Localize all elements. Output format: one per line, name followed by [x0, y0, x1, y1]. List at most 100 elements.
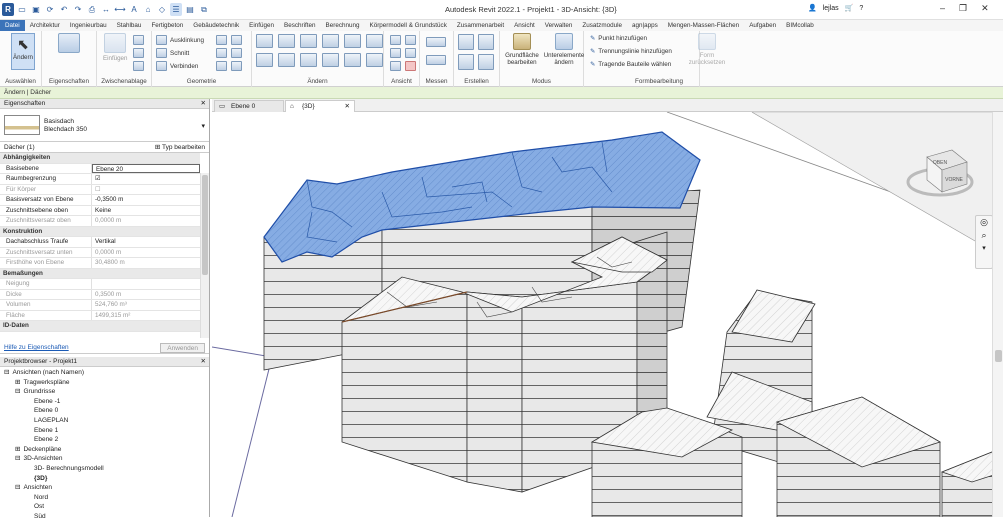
edit-footprint-button[interactable]: Grundfläche bearbeiten [502, 33, 542, 66]
help-icon[interactable]: ? [859, 5, 863, 12]
measure-icon[interactable]: ↔ [100, 3, 112, 16]
match-type-icon[interactable] [133, 61, 144, 71]
close-hidden-icon[interactable]: ▤ [184, 3, 196, 16]
redo-icon[interactable]: ↷ [72, 3, 84, 16]
scroll-thumb[interactable] [202, 175, 208, 275]
property-row[interactable]: Fläche 1499,315 m² [0, 310, 200, 321]
modify-button[interactable]: ⬉ Ändern [11, 33, 35, 70]
undo-icon[interactable]: ↶ [58, 3, 70, 16]
cope-button[interactable]: Ausklinkung [156, 35, 204, 45]
tab-aufgaben[interactable]: Aufgaben [744, 20, 781, 31]
property-value[interactable]: Ebene 20 [92, 163, 200, 173]
collapse-icon[interactable]: ⊟ [15, 388, 20, 395]
collapse-icon[interactable]: ⊟ [4, 369, 9, 376]
tag-icon[interactable]: A [128, 3, 140, 16]
maximize-icon[interactable]: ❐ [959, 3, 967, 14]
cut-icon[interactable] [133, 35, 144, 45]
thin-lines-icon[interactable]: ☰ [170, 3, 182, 16]
tab-fertigbeton[interactable]: Fertigbeton [146, 20, 188, 31]
tab-beschriften[interactable]: Beschriften [279, 20, 321, 31]
copy-element-icon[interactable] [278, 53, 295, 67]
tree-node[interactable]: LAGEPLAN [4, 416, 204, 426]
align-icon[interactable] [256, 34, 273, 48]
tab-einfügen[interactable]: Einfügen [244, 20, 279, 31]
edit-type-button[interactable]: ⊞ Typ bearbeiten [155, 142, 205, 152]
property-row[interactable]: Zuschnittsebene oben Keine [0, 205, 200, 216]
property-row[interactable]: Basisversatz von Ebene -0,3500 m [0, 195, 200, 206]
instance-filter[interactable]: Dächer (1) [4, 142, 35, 152]
tab-ansicht[interactable]: Ansicht [509, 20, 540, 31]
demolish-icon[interactable] [231, 48, 242, 58]
apply-button[interactable]: Anwenden [160, 343, 205, 353]
property-row[interactable]: Raumbegrenzung ☑ [0, 174, 200, 185]
close-icon[interactable]: ✕ [201, 99, 206, 109]
tree-node[interactable]: ⊟ Ansichten (nach Namen) [4, 368, 204, 378]
tab-zusammenarbeit[interactable]: Zusammenarbeit [452, 20, 509, 31]
tree-node[interactable]: Ost [4, 502, 204, 512]
property-row[interactable]: Volumen 524,760 m³ [0, 300, 200, 311]
close-icon[interactable]: ✕ [981, 3, 989, 14]
tab-stahlbau[interactable]: Stahlbau [112, 20, 147, 31]
property-row[interactable]: Dicke 0,3500 m [0, 289, 200, 300]
type-selector[interactable]: Basisdach Blechdach 350 ▾ [0, 109, 209, 142]
tree-node[interactable]: Ebene 1 [4, 426, 204, 436]
reset-shape-button[interactable]: Form zurücksetzen [684, 33, 730, 66]
pin-icon[interactable] [366, 34, 383, 48]
expand-icon[interactable]: ⊞ [15, 446, 20, 453]
rotate-icon[interactable] [300, 53, 317, 67]
zoom-icon[interactable]: ⌕ [976, 229, 992, 242]
filter-icon[interactable] [405, 48, 416, 58]
tree-node[interactable]: ⊞ Deckenpläne [4, 445, 204, 455]
collapse-icon[interactable]: ⊟ [15, 455, 20, 462]
property-value[interactable]: ☐ [92, 185, 200, 195]
property-row[interactable]: Dachabschluss Traufe Vertikal [0, 237, 200, 248]
property-row[interactable]: Für Körper ☐ [0, 184, 200, 195]
trim-icon[interactable] [322, 53, 339, 67]
delete-icon[interactable] [405, 61, 416, 71]
chevron-down-icon[interactable]: ▾ [976, 242, 992, 255]
add-point-button[interactable]: ✎ Punkt hinzufügen [590, 35, 647, 42]
expand-icon[interactable]: ⊞ [15, 379, 20, 386]
revit-logo-icon[interactable]: R [2, 3, 14, 16]
select-panel-label[interactable]: Auswählen [0, 78, 41, 85]
property-value[interactable]: -0,3500 m [92, 195, 200, 205]
linework-icon[interactable] [390, 48, 401, 58]
hide-icon[interactable] [390, 35, 401, 45]
property-category[interactable]: Abhängigkeiten [0, 153, 200, 164]
property-category[interactable]: Konstruktion [0, 226, 200, 237]
collapse-icon[interactable]: ⊟ [15, 484, 20, 491]
open-icon[interactable]: ▭ [16, 3, 28, 16]
print-icon[interactable]: ⎙ [86, 3, 98, 16]
tree-node[interactable]: ⊟ Ansichten [4, 483, 204, 493]
dimension-icon[interactable]: ⟷ [114, 3, 126, 16]
cart-icon[interactable]: 🛒 [845, 4, 854, 12]
property-value[interactable]: 0,3500 m [92, 290, 200, 300]
cut-geometry-button[interactable]: Schnitt [156, 48, 189, 58]
measure-distance-icon[interactable] [426, 37, 446, 47]
viewport-scrollbar[interactable] [992, 112, 1003, 517]
create-group-icon[interactable] [458, 54, 474, 70]
steering-wheel-icon[interactable]: ◎ [976, 216, 992, 229]
create-parts-icon[interactable] [478, 34, 494, 50]
tab-berechnung[interactable]: Berechnung [321, 20, 365, 31]
property-value[interactable] [92, 279, 200, 289]
chevron-down-icon[interactable]: ▾ [201, 122, 205, 130]
tree-node[interactable]: 3D- Berechnungsmodell [4, 464, 204, 474]
section-icon[interactable]: ◇ [156, 3, 168, 16]
minimize-icon[interactable]: – [940, 3, 945, 14]
tab-gebäudetechnik[interactable]: Gebäudetechnik [188, 20, 244, 31]
user-name[interactable]: lejlas [823, 5, 839, 12]
property-row[interactable]: Neigung [0, 279, 200, 290]
tree-node[interactable]: Nord [4, 493, 204, 503]
user-icon[interactable]: 👤 [808, 4, 817, 12]
tree-node[interactable]: ⊟ Grundrisse [4, 387, 204, 397]
tree-node[interactable]: ⊞ Tragwerkspläne [4, 378, 204, 388]
property-row[interactable]: Zuschnittsversatz oben 0,0000 m [0, 216, 200, 227]
tab-verwalten[interactable]: Verwalten [540, 20, 578, 31]
mirror-axis-icon[interactable] [300, 34, 317, 48]
paste-button[interactable]: Einfügen [103, 33, 127, 62]
help-link[interactable]: Hilfe zu Eigenschaften [4, 342, 69, 354]
create-similar-icon[interactable] [478, 54, 494, 70]
tab-ingenieurbau[interactable]: Ingenieurbau [65, 20, 112, 31]
tab-zusatzmodule[interactable]: Zusatzmodule [577, 20, 627, 31]
